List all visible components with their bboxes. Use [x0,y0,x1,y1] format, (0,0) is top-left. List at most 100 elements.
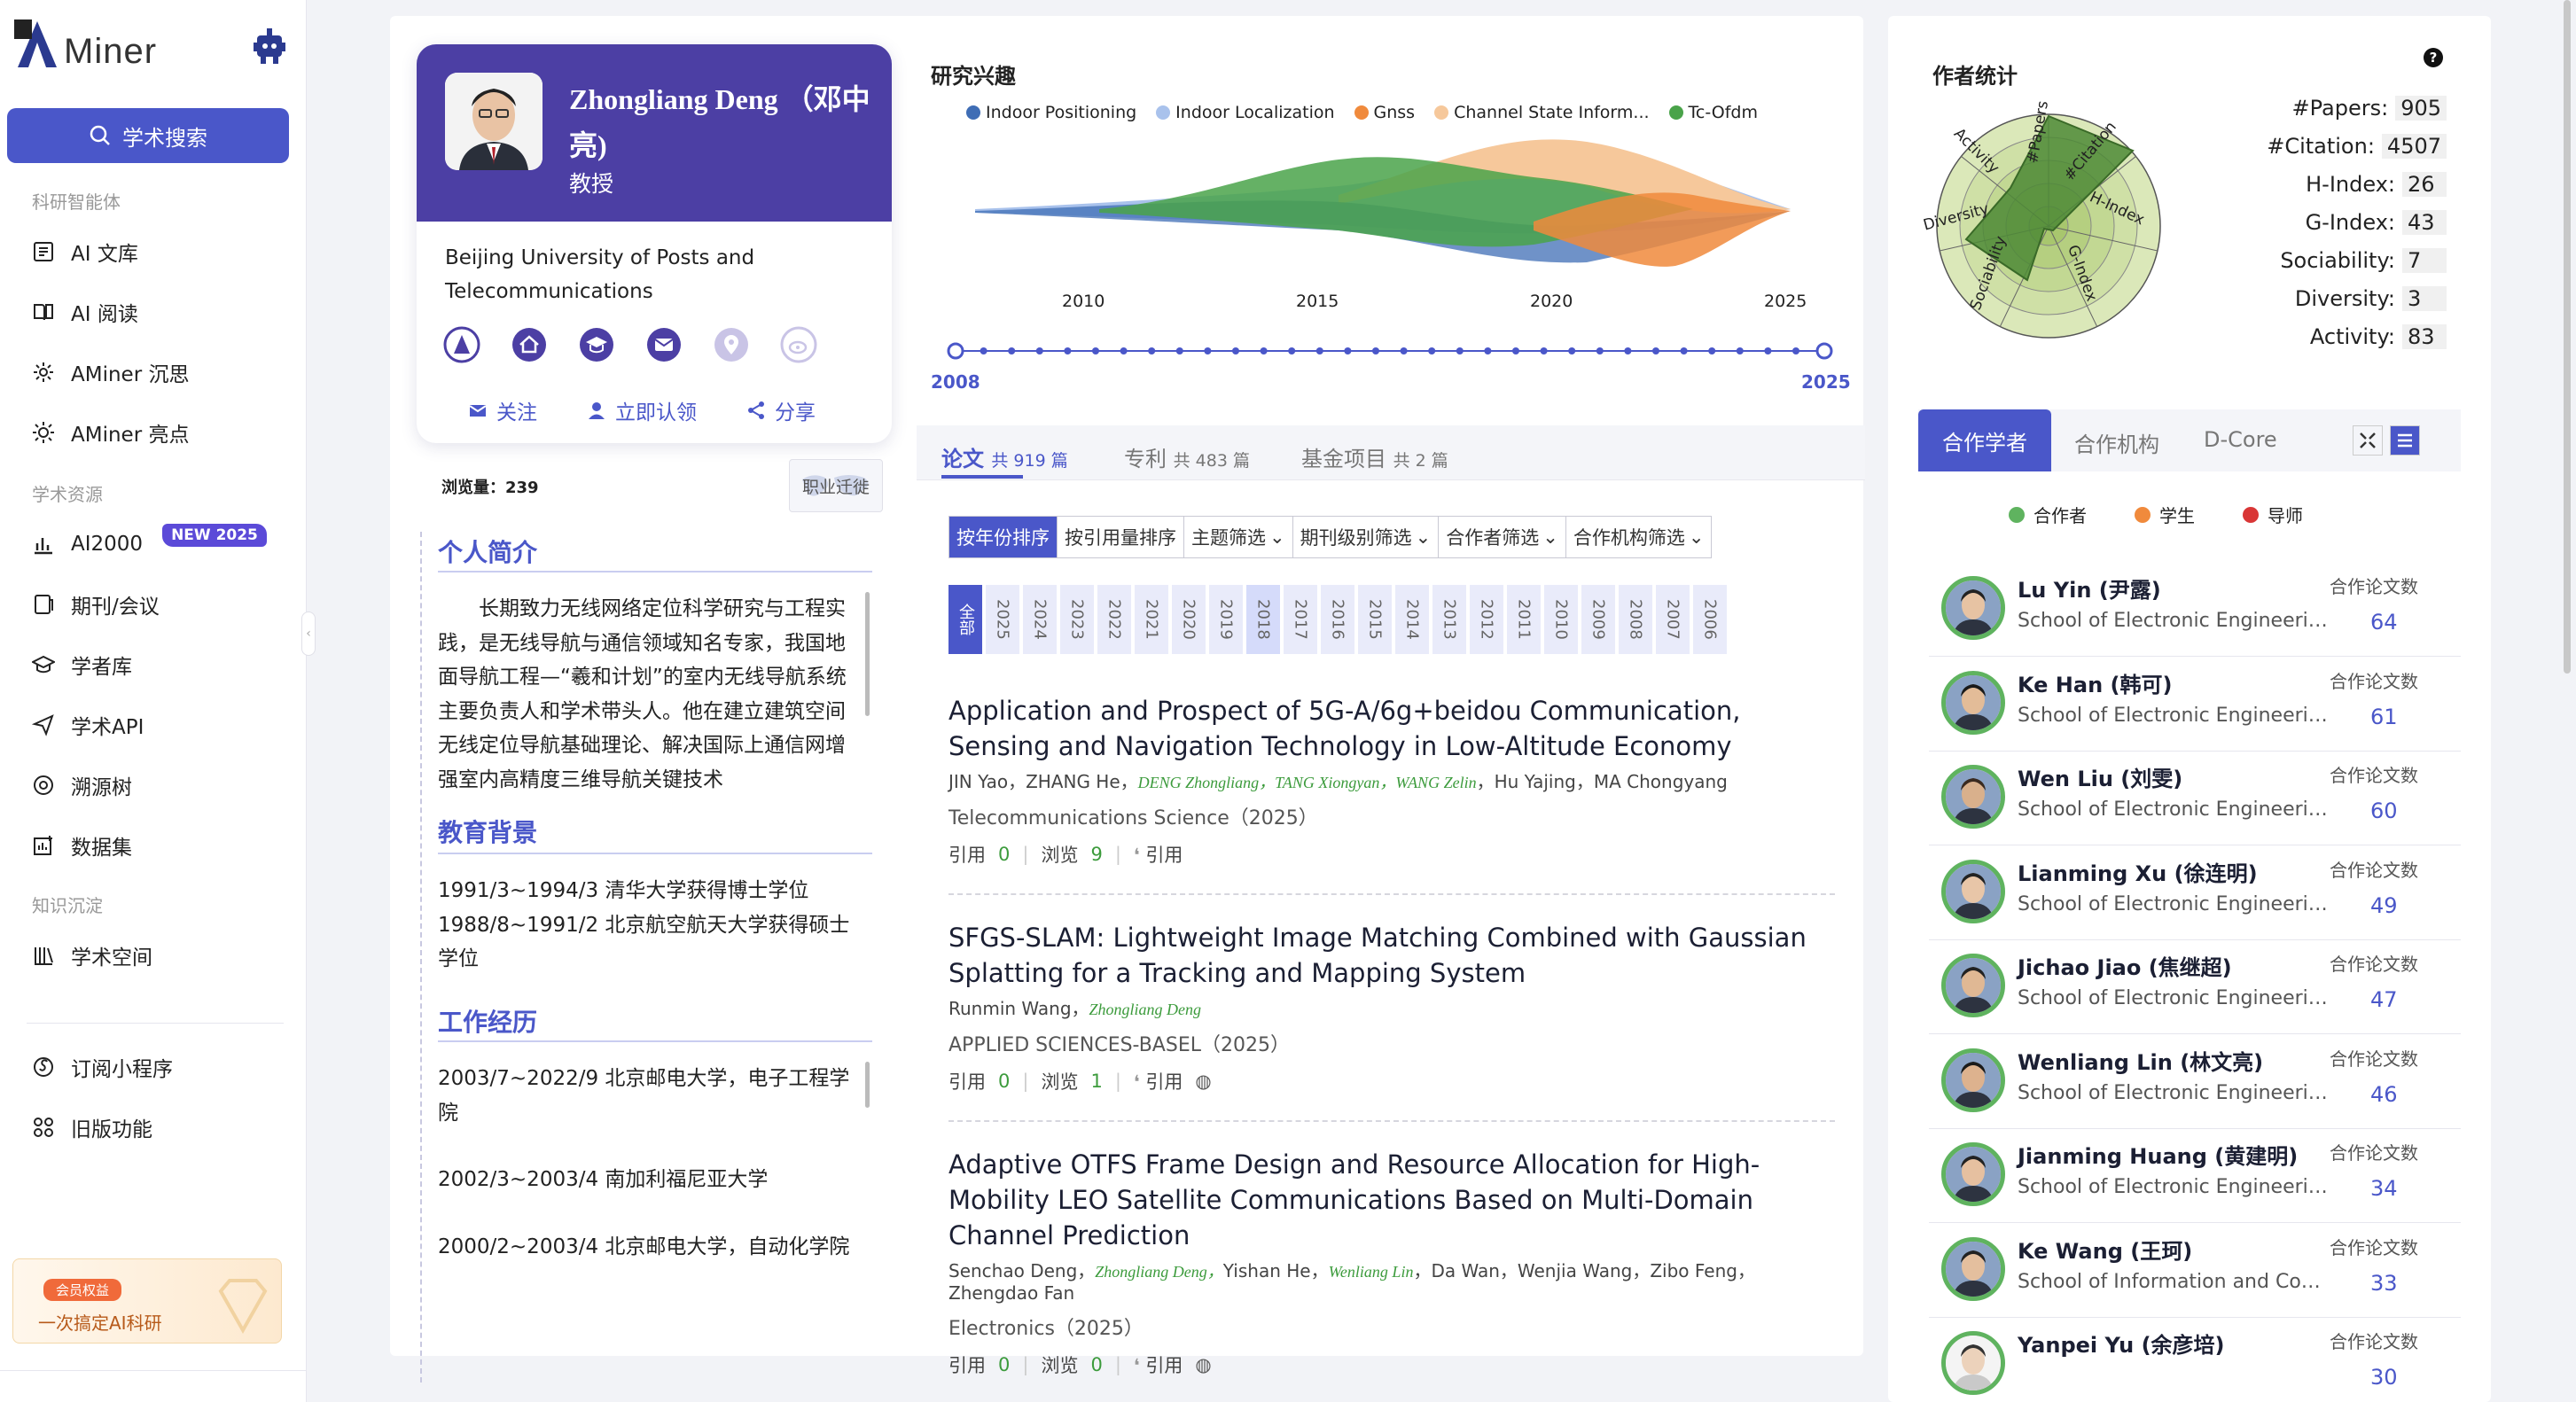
sidebar-item-academic-space[interactable]: 学术空间 [32,938,152,973]
coauthor-avatar[interactable] [1941,954,2005,1017]
membership-promo[interactable]: 会员权益 一次搞定AI科研 [12,1258,282,1344]
sidebar-item-aminer-think[interactable]: AMiner 沉思 [32,354,189,390]
year-chip[interactable]: 2019 [1209,585,1243,654]
author-names[interactable]: Senchao Deng， [948,1260,1095,1281]
sidebar-item-scholars[interactable]: 学者库 [32,647,132,682]
journal-level-filter[interactable]: 期刊级别筛选 ⌄ [1293,517,1440,557]
share-button[interactable]: 分享 [746,395,816,425]
coauthor-avatar[interactable] [1941,1236,2005,1301]
year-chip[interactable]: 2012 [1470,585,1503,654]
highlighted-authors[interactable]: DENG Zhongliang，TANG Xiongyan，WANG Zelin [1138,774,1477,791]
quote-button[interactable]: ❛ 引用 [1134,1068,1183,1094]
author-names[interactable]: ，Hu Yajing，MA Chongyang [1477,771,1728,792]
coauthor-item[interactable]: Wenliang Lin (林文亮) School of Electronic … [1941,1040,2455,1128]
paper-title[interactable]: Application and Prospect of 5G-A/6g+beid… [948,693,1835,764]
interest-streamgraph[interactable]: 2010 2015 2020 2025 [966,133,1808,319]
quote-button[interactable]: ❛ 引用 [1134,1351,1183,1378]
year-chip[interactable]: 2008 [1619,585,1652,654]
legend-item[interactable]: Indoor Localization [1156,103,1335,122]
highlighted-authors[interactable]: Zhongliang Deng， [1095,1263,1223,1281]
year-chip[interactable]: 2018 [1246,585,1280,654]
institution-filter[interactable]: 合作机构筛选 ⌄ [1566,517,1712,557]
sidebar-item-ai2000[interactable]: AI2000 NEW 2025 [32,524,267,562]
highlighted-authors[interactable]: Zhongliang Deng [1089,1001,1202,1018]
coauthor-name[interactable]: Wen Liu (刘雯) [2018,761,2182,792]
sidebar-item-mini-program[interactable]: 订阅小程序 [32,1049,173,1085]
list-view-icon[interactable] [2390,425,2420,456]
coauthor-name[interactable]: Jianming Huang (黄建明) [2018,1139,2298,1170]
year-chip[interactable]: 2025 [986,585,1019,654]
page-scrollbar[interactable] [2564,0,2571,674]
coauthor-item[interactable]: Lu Yin (尹露) School of Electronic Enginee… [1941,567,2455,656]
year-chip[interactable]: 2016 [1321,585,1354,654]
email-icon[interactable] [645,326,683,363]
academic-search-button[interactable]: 学术搜索 [7,108,289,163]
help-icon[interactable]: ? [2424,48,2443,67]
sort-by-citation[interactable]: 按引用量排序 [1058,517,1184,557]
coauthor-item[interactable]: Jichao Jiao (焦继超) School of Electronic E… [1941,945,2455,1033]
coauthor-name[interactable]: Lianming Xu (徐连明) [2018,856,2258,887]
year-chip[interactable]: 2010 [1544,585,1578,654]
aminer-profile-icon[interactable] [443,326,480,363]
year-chip[interactable]: 2014 [1395,585,1429,654]
coauthor-name[interactable]: Ke Han (韩可) [2018,667,2172,698]
legend-item[interactable]: Channel State Inform... [1434,103,1650,122]
legend-item[interactable]: Indoor Positioning [966,103,1136,122]
claim-button[interactable]: 立即认领 [587,395,697,425]
coauthor-filter[interactable]: 合作者筛选 ⌄ [1439,517,1566,557]
year-chip[interactable]: 2009 [1581,585,1615,654]
coauthor-avatar[interactable] [1941,576,2005,640]
sidebar-item-datasets[interactable]: 数据集 [32,828,132,863]
sidebar-item-ai-library[interactable]: AI 文库 [32,234,138,269]
coauthor-item[interactable]: Ke Han (韩可) School of Electronic Enginee… [1941,662,2455,751]
weibo-icon[interactable] [780,326,817,363]
year-chip[interactable]: 2022 [1097,585,1131,654]
legend-item[interactable]: Gnss [1354,103,1415,122]
homepage-icon[interactable] [511,326,548,363]
tab-coauthors[interactable]: 合作学者 [1918,409,2051,471]
coauthor-avatar[interactable] [1941,670,2005,735]
tab-patents[interactable]: 专利 共 483 篇 [1124,441,1250,472]
coauthor-name[interactable]: Jichao Jiao (焦继超) [2018,950,2232,981]
author-radar-chart[interactable]: #Papers #CitationH-IndexG-IndexSociabilit… [1920,97,2177,354]
year-chip[interactable]: 2021 [1135,585,1168,654]
tab-institutions[interactable]: 合作机构 [2074,427,2159,458]
collapse-sidebar-handle[interactable]: ‹ [301,611,316,656]
expand-icon[interactable] [2353,425,2383,456]
sidebar-item-ai-read[interactable]: AI 阅读 [32,294,138,330]
coauthor-item[interactable]: Yanpei Yu (余彦培) 合作论文数 30 [1941,1322,2455,1402]
career-migration-button[interactable]: 职业迁徙 [789,459,883,512]
coauthor-avatar[interactable] [1941,1142,2005,1206]
topic-filter[interactable]: 主题筛选 ⌄ [1184,517,1293,557]
sidebar-item-api[interactable]: 学术API [32,707,144,743]
coauthor-item[interactable]: Jianming Huang (黄建明) School of Electroni… [1941,1133,2455,1222]
location-icon[interactable] [713,326,750,363]
tab-funding[interactable]: 基金项目 共 2 篇 [1301,441,1448,472]
legend-item[interactable]: Tc-Ofdm [1668,103,1758,122]
sidebar-item-legacy[interactable]: 旧版功能 [32,1110,152,1145]
coauthor-name[interactable]: Ke Wang (王珂) [2018,1234,2192,1265]
highlighted-authors[interactable]: Wenliang Lin [1329,1263,1414,1281]
sort-by-year[interactable]: 按年份排序 [949,517,1058,557]
sidebar-item-journals[interactable]: 期刊/会议 [32,587,160,622]
year-chip[interactable]: 2011 [1507,585,1541,654]
author-names[interactable]: Yishan He， [1223,1260,1329,1281]
slider-end-handle[interactable] [1815,342,1833,360]
paper-title[interactable]: SFGS-SLAM: Lightweight Image Matching Co… [948,920,1835,991]
bio-scrollbar[interactable] [865,592,870,716]
coauthor-avatar[interactable] [1941,765,2005,829]
year-chip[interactable]: 2020 [1172,585,1206,654]
follow-button[interactable]: 关注 [468,395,537,425]
tab-papers[interactable]: 论文 共 919 篇 [941,441,1068,472]
globe-icon[interactable]: ◍ [1195,1071,1211,1092]
slider-start-handle[interactable] [947,342,964,360]
year-chip[interactable]: 2006 [1693,585,1727,654]
year-chip[interactable]: 2015 [1358,585,1392,654]
year-chip-all[interactable]: 全部 [948,585,982,654]
coauthor-item[interactable]: Lianming Xu (徐连明) School of Electronic E… [1941,851,2455,939]
year-chip[interactable]: 2024 [1023,585,1057,654]
paper-title[interactable]: Adaptive OTFS Frame Design and Resource … [948,1147,1835,1253]
aminer-logo[interactable] [12,18,66,71]
coauthor-item[interactable]: Ke Wang (王珂) School of Information and C… [1941,1228,2455,1317]
year-chip[interactable]: 2013 [1432,585,1466,654]
